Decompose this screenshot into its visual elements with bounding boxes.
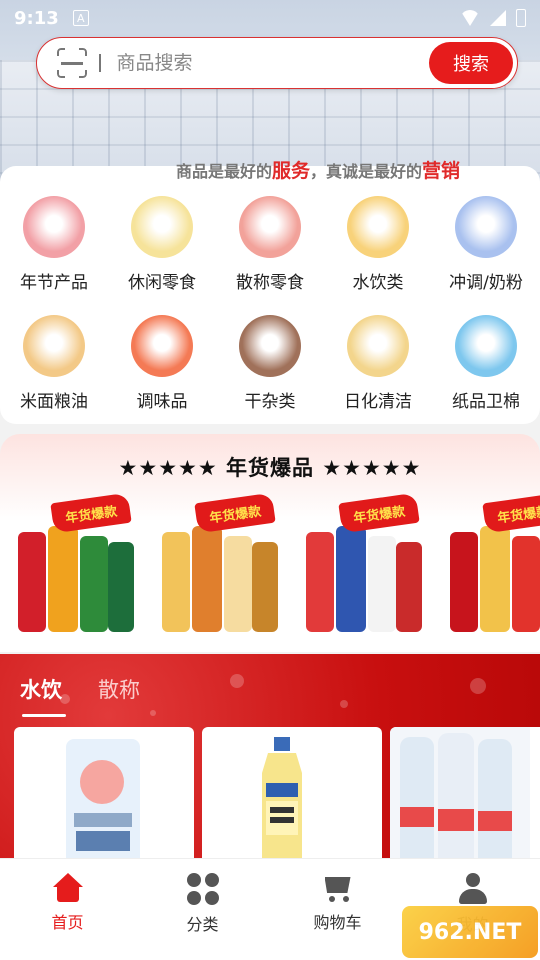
product-tabs: 水饮 散称: [20, 674, 140, 704]
nav-category[interactable]: 分类: [135, 859, 270, 960]
rio-can-image: [66, 739, 140, 860]
tab-water-drinks[interactable]: 水饮: [20, 674, 62, 704]
home-icon: [51, 873, 85, 903]
category-thumbnail: [455, 315, 517, 377]
category-label: 散称零食: [236, 273, 304, 293]
product-section: 水饮 散称: [0, 654, 540, 860]
category-item[interactable]: 年节产品: [0, 196, 108, 293]
bubble-decoration: [230, 674, 244, 688]
category-item[interactable]: 米面粮油: [0, 315, 108, 412]
category-grid: 年节产品 休闲零食 散称零食 水饮类 冲调/奶粉米面粮油 调味品 干杂类 日化清洁 纸品卫棉: [0, 196, 540, 412]
search-bar: 搜索: [36, 37, 518, 89]
category-thumbnail: [23, 196, 85, 258]
category-item[interactable]: 水饮类: [324, 196, 432, 293]
cart-icon: [321, 873, 355, 903]
status-bar: 9:13 A: [0, 0, 540, 36]
grid-icon: [186, 873, 219, 905]
hot-product-item[interactable]: 年货爆款: [444, 492, 540, 638]
category-item[interactable]: 日化清洁: [324, 315, 432, 412]
slogan-part2: ，真诚是最好的: [310, 162, 423, 181]
category-item[interactable]: 干杂类: [216, 315, 324, 412]
signal-icon: [490, 10, 506, 26]
nav-label: 首页: [51, 913, 84, 932]
category-card: 年节产品 休闲零食 散称零食 水饮类 冲调/奶粉米面粮油 调味品 干杂类 日化清洁 纸品卫棉: [0, 166, 540, 424]
hot-product-item[interactable]: 年货爆款: [156, 492, 282, 638]
category-label: 冲调/奶粉: [449, 273, 523, 293]
category-item[interactable]: 休闲零食: [108, 196, 216, 293]
hot-section-title: ★★★★★ 年货爆品 ★★★★★: [118, 456, 422, 480]
nav-cart[interactable]: 购物车: [270, 859, 405, 960]
category-label: 干杂类: [244, 392, 296, 412]
category-label: 水饮类: [352, 273, 404, 293]
category-thumbnail: [239, 196, 301, 258]
category-item[interactable]: 冲调/奶粉: [432, 196, 540, 293]
site-watermark-logo: 962.NET: [402, 906, 538, 958]
category-thumbnail: [347, 196, 409, 258]
category-thumbnail: [455, 196, 517, 258]
search-input[interactable]: [116, 52, 397, 74]
bubble-decoration: [470, 678, 486, 694]
slogan-highlight-1: 服务: [272, 160, 311, 182]
category-thumbnail: [239, 315, 301, 377]
category-thumbnail: [23, 315, 85, 377]
category-thumbnail: [131, 196, 193, 258]
category-label: 调味品: [136, 392, 188, 412]
water-bottles-image: [390, 727, 530, 860]
bubble-decoration: [150, 710, 156, 716]
category-label: 休闲零食: [128, 273, 196, 293]
juice-bottle-image: [262, 737, 302, 860]
product-row: [14, 727, 540, 860]
category-item[interactable]: 调味品: [108, 315, 216, 412]
category-label: 日化清洁: [344, 392, 412, 412]
search-button[interactable]: 搜索: [429, 42, 513, 84]
hot-products-section: ★★★★★ 年货爆品 ★★★★★ 年货爆款 年货爆款 年货爆款 年货爆款: [0, 434, 540, 652]
status-icons: [460, 9, 526, 27]
category-label: 米面粮油: [20, 392, 88, 412]
category-thumbnail: [347, 315, 409, 377]
slogan-highlight-2: 营销: [422, 160, 461, 182]
tab-bulk[interactable]: 散称: [98, 674, 140, 704]
hot-product-item[interactable]: 年货爆款: [12, 492, 138, 638]
category-label: 年节产品: [20, 273, 88, 293]
notification-icon: A: [72, 10, 89, 26]
nav-home[interactable]: 首页: [0, 859, 135, 960]
nav-label: 分类: [186, 915, 219, 934]
search-divider: [99, 54, 101, 72]
category-item[interactable]: 散称零食: [216, 196, 324, 293]
scan-icon[interactable]: [57, 48, 87, 78]
category-thumbnail: [131, 315, 193, 377]
battery-icon: [516, 9, 526, 27]
product-card[interactable]: [202, 727, 382, 860]
user-icon: [457, 873, 489, 905]
tab-underline: [22, 714, 66, 717]
category-label: 纸品卫棉: [452, 392, 520, 412]
slogan-part1: 商品是最好的: [176, 162, 273, 181]
category-item[interactable]: 纸品卫棉: [432, 315, 540, 412]
product-card[interactable]: [14, 727, 194, 860]
slogan: 商品是最好的服务，真诚是最好的营销: [176, 156, 460, 183]
status-time: 9:13: [14, 7, 59, 29]
hot-product-item[interactable]: 年货爆款: [300, 492, 426, 638]
hot-products-row: 年货爆款 年货爆款 年货爆款 年货爆款: [12, 492, 540, 638]
wifi-icon: [460, 10, 480, 26]
bubble-decoration: [340, 700, 348, 708]
nav-label: 购物车: [313, 913, 362, 932]
product-card[interactable]: [390, 727, 540, 860]
